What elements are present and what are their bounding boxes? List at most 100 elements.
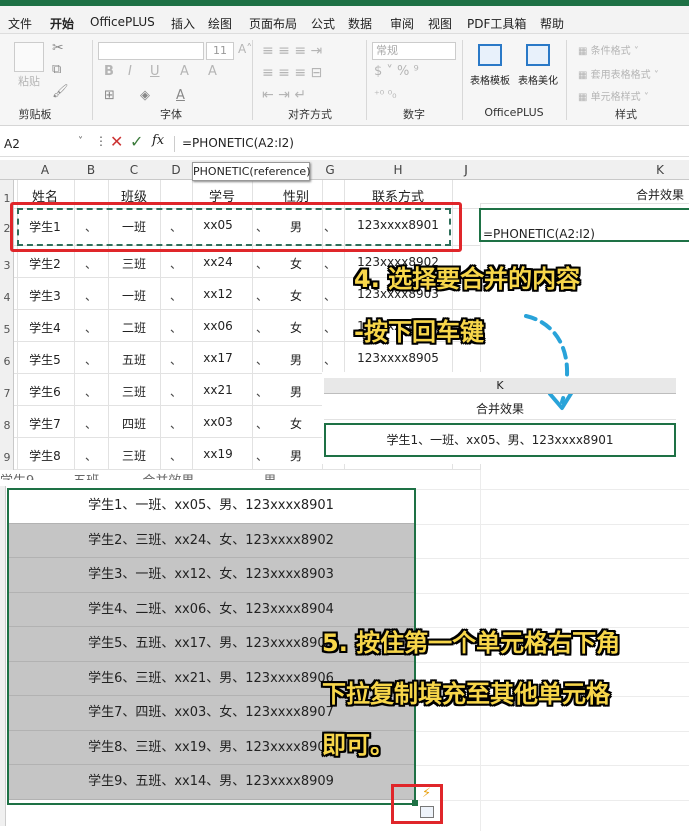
- tab-1[interactable]: 开始: [50, 15, 75, 37]
- flash-fill-icon[interactable]: ⚡: [422, 786, 431, 801]
- conditional-format-button[interactable]: ▦ 条件格式 ˅: [578, 42, 639, 57]
- cell-separator[interactable]: 、: [170, 319, 182, 336]
- cell-name[interactable]: 学生2: [0, 255, 95, 272]
- cell-name[interactable]: 学生8: [0, 447, 95, 464]
- format-as-table-button[interactable]: ▦ 套用表格格式 ˅: [578, 66, 659, 81]
- col-header-G[interactable]: G: [320, 163, 340, 177]
- font-name-select[interactable]: [98, 42, 204, 60]
- tab-10[interactable]: PDF工具箱: [467, 15, 526, 32]
- tab-8[interactable]: 审阅: [390, 15, 414, 32]
- cell-separator[interactable]: 、: [256, 415, 268, 432]
- name-box[interactable]: A2: [4, 135, 84, 153]
- col-header-H[interactable]: H: [388, 163, 408, 177]
- font-button-1[interactable]: I: [128, 64, 132, 79]
- cell-separator[interactable]: 、: [170, 383, 182, 400]
- cell-separator[interactable]: 、: [85, 351, 97, 368]
- table-beautify-label[interactable]: 表格美化: [514, 72, 562, 87]
- border-icon[interactable]: ⊞: [104, 88, 115, 103]
- table-template-icon[interactable]: [478, 44, 502, 66]
- cell-styles-button[interactable]: ▦ 单元格样式 ˅: [578, 88, 649, 103]
- cell-separator[interactable]: 、: [256, 319, 268, 336]
- cell-separator[interactable]: 、: [324, 319, 336, 336]
- fill-handle[interactable]: [412, 800, 418, 806]
- result-row[interactable]: 学生3、一班、xx12、女、123xxxx8903: [8, 558, 414, 593]
- fx-icon[interactable]: fx: [152, 133, 164, 148]
- cell-separator[interactable]: 、: [170, 351, 182, 368]
- cell-name[interactable]: 学生6: [0, 383, 95, 400]
- table-beautify-icon[interactable]: [526, 44, 550, 66]
- number-format-select[interactable]: 常规: [372, 42, 456, 60]
- cell-name[interactable]: 学生5: [0, 351, 95, 368]
- cell-separator[interactable]: 、: [170, 447, 182, 464]
- cell-separator[interactable]: 、: [256, 287, 268, 304]
- tab-4[interactable]: 绘图: [208, 15, 232, 32]
- col-header-B[interactable]: B: [81, 163, 101, 177]
- cell-separator[interactable]: 、: [324, 351, 336, 368]
- cell-separator[interactable]: 、: [85, 287, 97, 304]
- formula-input[interactable]: =PHONETIC(A2:I2): [182, 136, 294, 150]
- font-button-3[interactable]: A: [180, 64, 189, 79]
- font-color-icon[interactable]: A: [176, 88, 185, 103]
- table-template-label[interactable]: 表格模板: [466, 72, 514, 87]
- currency-icon[interactable]: $ ˅ % ⁹: [374, 64, 419, 79]
- cell-separator[interactable]: 、: [85, 447, 97, 464]
- cell-separator[interactable]: 、: [85, 255, 97, 272]
- cell-name[interactable]: 学生7: [0, 415, 95, 432]
- cell-name[interactable]: 学生4: [0, 319, 95, 336]
- title-bar-strip: [0, 0, 689, 6]
- font-button-2[interactable]: U: [150, 64, 160, 79]
- tab-0[interactable]: 文件: [8, 15, 32, 32]
- tab-7[interactable]: 数据: [348, 15, 372, 32]
- tab-6[interactable]: 公式: [311, 15, 335, 32]
- fill-color-icon[interactable]: ◈: [140, 88, 150, 103]
- increase-font-icon[interactable]: A˄: [238, 42, 252, 56]
- cell-separator[interactable]: 、: [256, 383, 268, 400]
- col-header-D[interactable]: D: [166, 163, 186, 177]
- enter-icon[interactable]: ✓: [130, 132, 143, 151]
- col-header-K[interactable]: K: [650, 163, 670, 177]
- result-row[interactable]: 学生9、五班、xx14、男、123xxxx8909: [8, 765, 414, 800]
- result-row[interactable]: 学生1、一班、xx05、男、123xxxx8901: [8, 489, 414, 524]
- cell-separator[interactable]: 、: [256, 351, 268, 368]
- tab-2[interactable]: OfficePLUS: [90, 15, 155, 29]
- col-header-J[interactable]: J: [460, 163, 472, 177]
- cut-icon[interactable]: ✂: [52, 40, 64, 56]
- font-size-select[interactable]: 11: [206, 42, 234, 60]
- decimal-icons[interactable]: ⁺⁰ ⁰₀: [374, 88, 397, 101]
- result-row-headers: [0, 486, 6, 826]
- tab-9[interactable]: 视图: [428, 15, 452, 32]
- cell-separator[interactable]: 、: [170, 287, 182, 304]
- ribbon-group-label-1: 字体: [160, 108, 182, 121]
- tab-5[interactable]: 页面布局: [249, 15, 297, 32]
- cancel-icon[interactable]: ✕: [110, 132, 123, 151]
- cell-separator[interactable]: 、: [324, 287, 336, 304]
- cell-separator[interactable]: 、: [170, 255, 182, 272]
- format-painter-icon[interactable]: 🖌: [52, 84, 69, 99]
- formula-more-icon: ⋮: [95, 134, 107, 148]
- result-row[interactable]: 学生4、二班、xx06、女、123xxxx8904: [8, 592, 414, 627]
- result-row[interactable]: 学生2、三班、xx24、女、123xxxx8902: [8, 523, 414, 558]
- autofill-options-icon[interactable]: [420, 806, 434, 818]
- paste-icon[interactable]: [14, 42, 44, 72]
- cell-name[interactable]: 学生3: [0, 287, 95, 304]
- col-header-C[interactable]: C: [124, 163, 144, 177]
- tab-3[interactable]: 插入: [171, 15, 195, 32]
- cell-separator[interactable]: 、: [85, 383, 97, 400]
- cell-separator[interactable]: 、: [256, 255, 268, 272]
- cell-separator[interactable]: 、: [170, 415, 182, 432]
- cell-separator[interactable]: 、: [324, 255, 336, 272]
- name-box-dropdown-icon[interactable]: ˅: [78, 136, 83, 147]
- cell-separator[interactable]: 、: [85, 415, 97, 432]
- copy-icon[interactable]: ⧉: [52, 62, 61, 77]
- font-button-0[interactable]: B: [104, 64, 114, 79]
- grid-row-line: [416, 730, 689, 732]
- cell-separator[interactable]: 、: [85, 319, 97, 336]
- font-button-4[interactable]: A: [208, 64, 217, 79]
- cropped-row-text: 学生9 五班 合并效果 男: [0, 470, 300, 480]
- step4-callout-line1: 4. 选择要合并的内容: [354, 265, 581, 293]
- col-header-A[interactable]: A: [35, 163, 55, 177]
- align-icons[interactable]: ≡ ≡ ≡ ⇥ ≡ ≡ ≡ ⊟ ⇤ ⇥ ↵: [262, 40, 352, 106]
- cell-separator[interactable]: 、: [256, 447, 268, 464]
- tab-11[interactable]: 帮助: [540, 15, 564, 32]
- cell-contact[interactable]: 123xxxx8905: [348, 351, 448, 365]
